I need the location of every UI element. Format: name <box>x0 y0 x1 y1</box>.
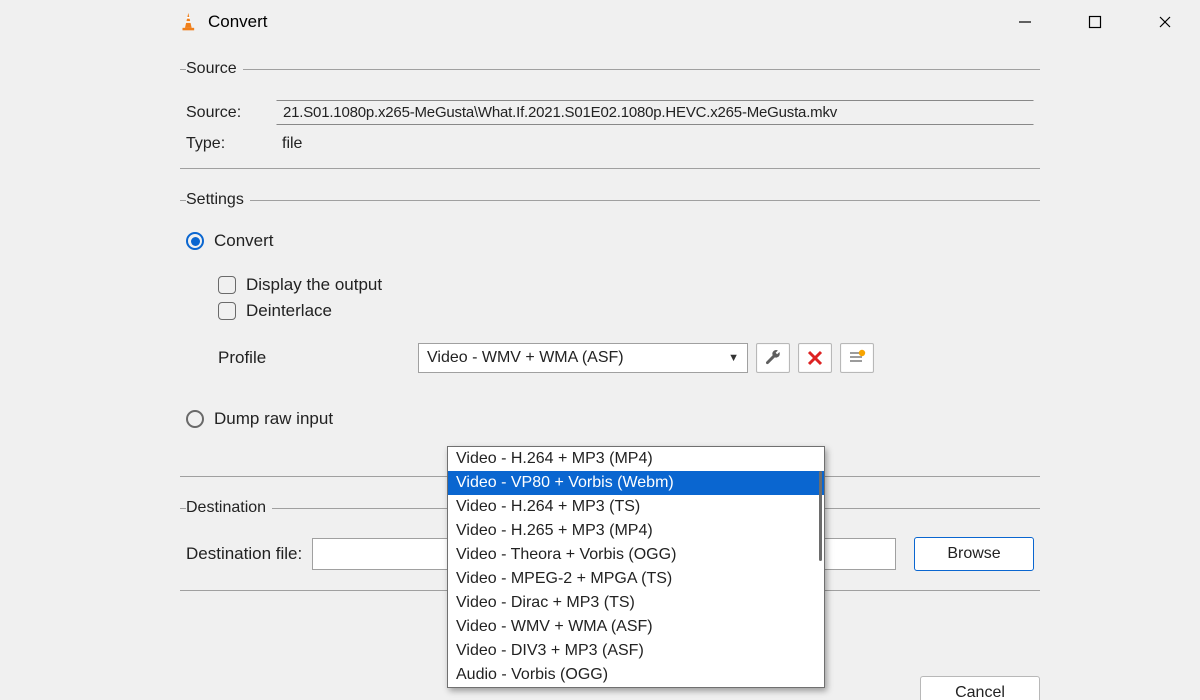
edit-profile-button[interactable] <box>756 343 790 373</box>
profile-option[interactable]: Video - H.265 + MP3 (MP4) <box>448 519 824 543</box>
new-list-icon <box>848 349 866 367</box>
delete-profile-button[interactable] <box>798 343 832 373</box>
source-legend: Source <box>186 60 243 78</box>
display-output-checkbox[interactable] <box>218 276 236 294</box>
profile-combobox[interactable]: Video - WMV + WMA (ASF) ▼ <box>418 343 748 373</box>
window-controls <box>990 0 1200 44</box>
type-label: Type: <box>186 135 276 153</box>
chevron-down-icon: ▼ <box>728 352 739 364</box>
wrench-icon <box>764 349 782 367</box>
close-icon <box>807 350 823 366</box>
convert-dialog-window: Convert Source Source: 21.S01.1080p.x265… <box>0 0 1200 700</box>
convert-radio[interactable] <box>186 232 204 250</box>
profile-option[interactable]: Video - MPEG-2 + MPGA (TS) <box>448 567 824 591</box>
profile-option[interactable]: Video - VP80 + Vorbis (Webm) <box>448 471 824 495</box>
scrollbar[interactable] <box>819 471 822 561</box>
profile-option[interactable]: Video - WMV + WMA (ASF) <box>448 615 824 639</box>
profile-selected-value: Video - WMV + WMA (ASF) <box>427 349 624 367</box>
destination-legend: Destination <box>186 499 272 517</box>
profile-option[interactable]: Video - Theora + Vorbis (OGG) <box>448 543 824 567</box>
browse-button[interactable]: Browse <box>914 537 1034 571</box>
settings-legend: Settings <box>186 191 250 209</box>
deinterlace-checkbox[interactable] <box>218 302 236 320</box>
profile-option[interactable]: Video - DIV3 + MP3 (ASF) <box>448 639 824 663</box>
profile-label: Profile <box>218 348 418 368</box>
source-group: Source Source: 21.S01.1080p.x265-MeGusta… <box>180 60 1040 167</box>
destination-file-label: Destination file: <box>186 544 302 564</box>
window-title: Convert <box>208 12 268 32</box>
close-window-button[interactable] <box>1130 0 1200 44</box>
titlebar: Convert <box>0 0 1200 44</box>
vlc-cone-icon <box>180 12 200 32</box>
profile-option[interactable]: Video - H.264 + MP3 (MP4) <box>448 447 824 471</box>
cancel-button[interactable]: Cancel <box>920 676 1040 700</box>
convert-radio-label: Convert <box>214 231 274 251</box>
profile-dropdown-list[interactable]: Video - H.264 + MP3 (MP4)Video - VP80 + … <box>447 446 825 688</box>
settings-group: Settings Convert Display the output Dein… <box>180 191 1040 475</box>
type-value: file <box>276 135 302 153</box>
profile-option[interactable]: Video - Dirac + MP3 (TS) <box>448 591 824 615</box>
source-value: 21.S01.1080p.x265-MeGusta\What.If.2021.S… <box>276 100 1034 125</box>
display-output-label: Display the output <box>246 275 382 295</box>
profile-option[interactable]: Video - H.264 + MP3 (TS) <box>448 495 824 519</box>
source-label: Source: <box>186 104 276 122</box>
dump-raw-label: Dump raw input <box>214 409 333 429</box>
profile-option[interactable]: Audio - Vorbis (OGG) <box>448 663 824 687</box>
deinterlace-label: Deinterlace <box>246 301 332 321</box>
new-profile-button[interactable] <box>840 343 874 373</box>
minimize-button[interactable] <box>990 0 1060 44</box>
dump-raw-radio[interactable] <box>186 410 204 428</box>
maximize-button[interactable] <box>1060 0 1130 44</box>
